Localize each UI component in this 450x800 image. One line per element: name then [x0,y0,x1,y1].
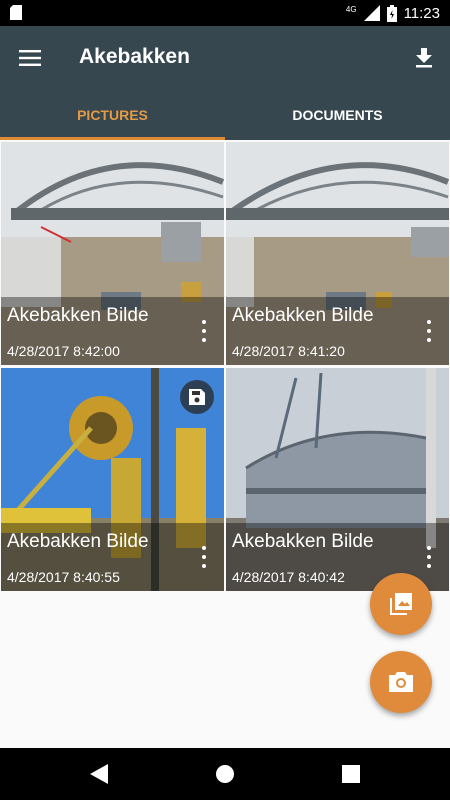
more-options-button[interactable] [198,317,210,345]
dot [427,555,431,559]
dot [427,546,431,550]
home-icon [216,765,234,783]
more-options-button[interactable] [423,317,435,345]
tab-pictures[interactable]: PICTURES [0,90,225,140]
recents-button[interactable] [339,762,363,786]
picture-card[interactable]: Akebakken Bilde 4/28/2017 8:41:20 [226,142,449,365]
back-icon [90,764,108,784]
more-options-button[interactable] [198,543,210,571]
picture-name: Akebakken Bilde [7,531,149,552]
dot [427,320,431,324]
picture-name: Akebakken Bilde [7,305,149,326]
download-button[interactable] [408,42,440,74]
dot [202,555,206,559]
tab-documents[interactable]: DOCUMENTS [225,90,450,140]
dot [202,320,206,324]
network-type: 4G [345,4,357,14]
dot [202,338,206,342]
status-bar: 4G 11:23 [0,0,450,26]
saved-badge [180,380,214,414]
dot [202,546,206,550]
picture-card[interactable]: Akebakken Bilde 4/28/2017 8:40:55 [1,368,224,591]
dot [427,338,431,342]
picture-name: Akebakken Bilde [232,531,374,552]
app-title: Akebakken [79,45,190,68]
menu-icon [19,50,41,66]
menu-button[interactable] [14,42,46,74]
app-bar: Akebakken [0,26,450,90]
picture-date: 4/28/2017 8:40:42 [232,569,345,585]
download-icon [416,48,432,68]
camera-button[interactable] [370,651,432,713]
sd-card-icon [10,5,22,20]
picture-card[interactable]: Akebakken Bilde 4/28/2017 8:42:00 [1,142,224,365]
battery-icon [386,4,397,22]
back-button[interactable] [87,762,111,786]
dot [427,329,431,333]
tab-bar: PICTURES DOCUMENTS [0,90,450,140]
dot [427,564,431,568]
clock: 11:23 [403,4,440,22]
gallery-icon [390,593,412,615]
navigation-bar [0,748,450,800]
gallery-button[interactable] [370,573,432,635]
recents-icon [342,765,360,783]
dot [202,329,206,333]
dot [202,564,206,568]
home-button[interactable] [213,762,237,786]
save-icon [189,389,205,405]
picture-card[interactable]: Akebakken Bilde 4/28/2017 8:40:42 [226,368,449,591]
picture-name: Akebakken Bilde [232,305,374,326]
picture-date: 4/28/2017 8:42:00 [7,343,120,359]
more-options-button[interactable] [423,543,435,571]
camera-icon [389,672,413,692]
picture-date: 4/28/2017 8:40:55 [7,569,120,585]
picture-date: 4/28/2017 8:41:20 [232,343,345,359]
signal-icon [363,5,380,21]
